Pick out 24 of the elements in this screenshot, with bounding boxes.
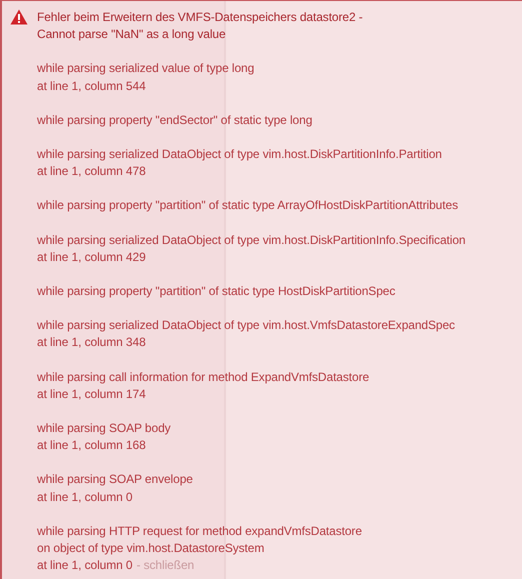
error-detail-line: at line 1, column 174 <box>37 386 146 403</box>
error-detail-line: while parsing serialized DataObject of type vim.host.DiskPartitionInfo.Specification <box>37 232 466 249</box>
error-detail-line: at line 1, column 0 <box>37 557 132 574</box>
error-detail-line: while parsing call information for method ExpandVmfsDatastore <box>37 368 370 386</box>
error-detail-line: while parsing HTTP request for method expandVmfsDatastore <box>37 522 362 540</box>
error-detail-line: while parsing serialized DataObject of type vim.host.DiskPartitionInfo.Partition <box>37 146 442 164</box>
warning-icon <box>10 9 28 25</box>
error-detail-line: while parsing property "partition" of static type HostDiskPartitionSpec <box>37 283 396 300</box>
error-detail-line: while parsing serialized DataObject of type vim.host.VmfsDatastoreExpandSpec <box>37 317 455 334</box>
error-detail-line: while parsing property "partition" of static type ArrayOfHostDiskPartitionAttributes <box>37 197 458 214</box>
error-detail-line: on object of type vim.host.DatastoreSystem <box>37 540 264 558</box>
error-detail-line: while parsing serialized value of type long <box>37 60 254 78</box>
error-detail-line: at line 1, column 348 <box>37 334 146 352</box>
error-detail-line: while parsing SOAP body <box>37 420 171 438</box>
error-title: Cannot parse "NaN" as a long value <box>37 26 226 44</box>
error-detail-line: while parsing SOAP envelope <box>37 471 193 488</box>
error-detail-line: while parsing property "endSector" of static type long <box>37 112 312 129</box>
error-detail-line: at line 1, column 478 <box>37 163 146 180</box>
error-detail-line: at line 1, column 0 <box>37 488 132 506</box>
error-detail-line: at line 1, column 544 <box>37 78 146 95</box>
error-detail-line: at line 1, column 168 <box>37 437 146 454</box>
close-link[interactable]: - schließen <box>136 557 194 574</box>
error-title: Fehler beim Erweitern des VMFS-Datenspeichers datastore2 - <box>37 9 363 26</box>
error-detail-line: at line 1, column 429 <box>37 248 146 266</box>
